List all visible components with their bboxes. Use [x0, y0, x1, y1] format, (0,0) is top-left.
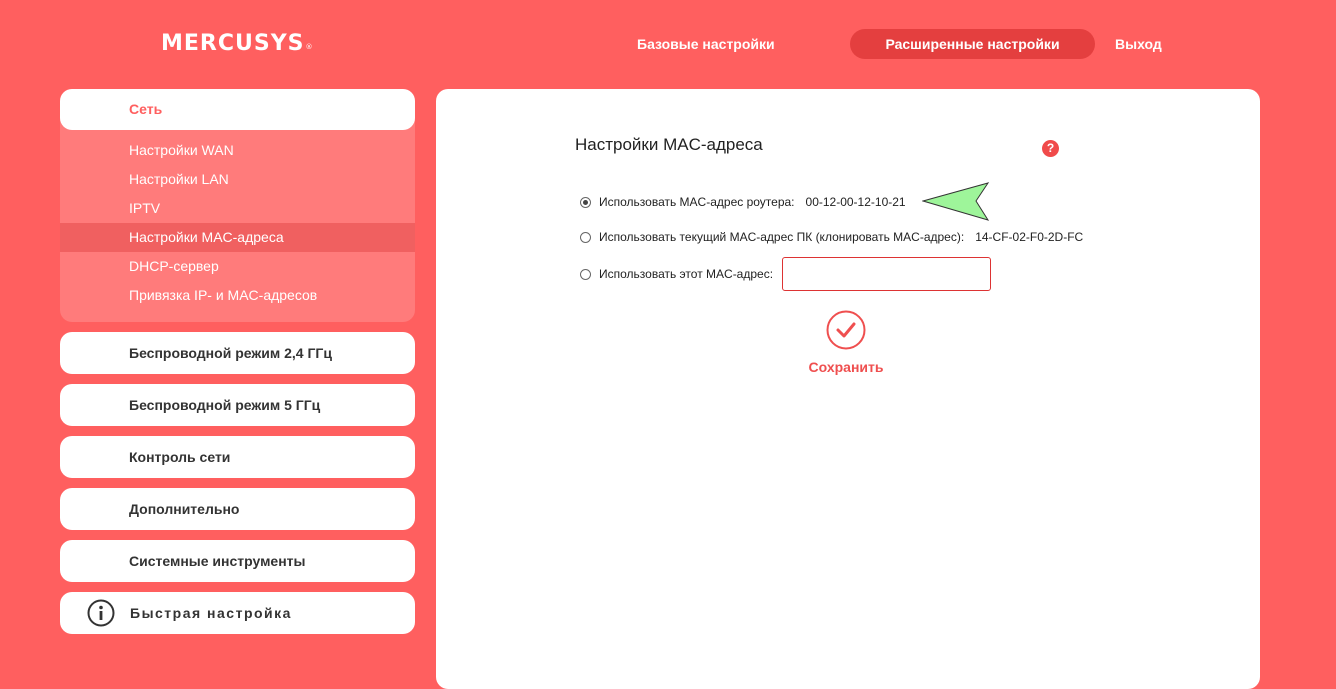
sidebar-item-additional[interactable]: Дополнительно [60, 488, 415, 530]
registered-mark: ® [305, 43, 314, 51]
nav-logout[interactable]: Выход [1115, 29, 1162, 59]
nav-advanced-settings[interactable]: Расширенные настройки [850, 29, 1095, 59]
question-mark-icon[interactable]: ? [1042, 140, 1059, 157]
sidebar-subitem-mac-settings[interactable]: Настройки MAC-адреса [60, 223, 415, 252]
sidebar-group-network: Сеть Настройки WAN Настройки LAN IPTV На… [60, 89, 415, 322]
radio-clone-pc-mac[interactable] [580, 231, 591, 243]
sidebar-item-system-tools[interactable]: Системные инструменты [60, 540, 415, 582]
option-router-mac-label: Использовать MAC-адрес роутера: [599, 195, 795, 209]
check-circle-icon[interactable] [826, 310, 866, 350]
green-arrow-pointer-icon [922, 182, 990, 221]
option-clone-pc-mac-label: Использовать текущий MAC-адрес ПК (клони… [599, 230, 965, 244]
sidebar-subitem-lan[interactable]: Настройки LAN [60, 165, 415, 194]
info-circle-icon [87, 599, 115, 627]
option-router-mac: Использовать MAC-адрес роутера: 00-12-00… [580, 194, 906, 210]
sidebar-subitem-dhcp-server[interactable]: DHCP-сервер [60, 252, 415, 281]
nav-basic-settings[interactable]: Базовые настройки [637, 29, 775, 59]
quick-setup-label: Быстрая настройка [130, 605, 292, 621]
sidebar-subitem-ip-mac-binding[interactable]: Привязка IP- и MAC-адресов [60, 281, 415, 310]
logo-text: MERCUSYS [161, 31, 305, 56]
option-custom-mac: Использовать этот MAC-адрес: [580, 266, 773, 282]
option-custom-mac-label: Использовать этот MAC-адрес: [599, 267, 774, 281]
sidebar: Сеть Настройки WAN Настройки LAN IPTV На… [60, 89, 415, 634]
custom-mac-input[interactable] [782, 257, 991, 291]
pc-mac-value: 14-CF-02-F0-2D-FC [975, 230, 1084, 244]
sidebar-item-wireless-24[interactable]: Беспроводной режим 2,4 ГГц [60, 332, 415, 374]
sidebar-subitem-iptv[interactable]: IPTV [60, 194, 415, 223]
sidebar-item-quick-setup[interactable]: Быстрая настройка [60, 592, 415, 634]
mercusys-logo: MERCUSYS® [161, 31, 314, 57]
content-panel: Настройки MAC-адреса ? Использовать MAC-… [436, 89, 1260, 689]
option-clone-pc-mac: Использовать текущий MAC-адрес ПК (клони… [580, 229, 1083, 245]
radio-custom-mac[interactable] [580, 268, 591, 280]
radio-router-mac[interactable] [580, 196, 591, 208]
router-mac-value: 00-12-00-12-10-21 [805, 195, 906, 209]
sidebar-subitem-wan[interactable]: Настройки WAN [60, 136, 415, 165]
save-button[interactable]: Сохранить [796, 359, 896, 375]
sidebar-item-network[interactable]: Сеть [60, 89, 415, 130]
sidebar-item-wireless-5[interactable]: Беспроводной режим 5 ГГц [60, 384, 415, 426]
sidebar-item-network-control[interactable]: Контроль сети [60, 436, 415, 478]
page-title: Настройки MAC-адреса [575, 135, 763, 154]
